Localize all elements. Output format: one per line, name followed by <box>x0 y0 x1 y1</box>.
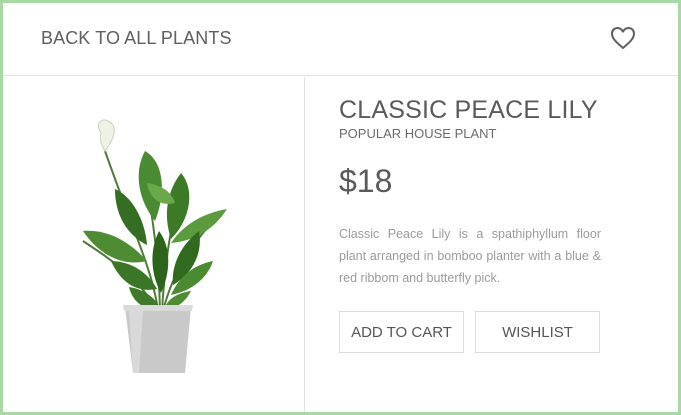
add-to-cart-button[interactable]: ADD TO CART <box>339 311 464 353</box>
product-description: Classic Peace Lily is a spathiphyllum fl… <box>339 227 601 285</box>
product-category: POPULAR HOUSE PLANT <box>339 126 497 141</box>
product-image-pane <box>3 77 305 412</box>
product-header: BACK TO ALL PLANTS <box>3 3 678 76</box>
plant-photo <box>82 119 227 373</box>
product-card: BACK TO ALL PLANTS CLASSIC PEACE LILY PO… <box>0 0 681 415</box>
back-to-all-plants-link[interactable]: BACK TO ALL PLANTS <box>41 28 232 49</box>
wishlist-button[interactable]: WISHLIST <box>475 311 600 353</box>
heart-icon[interactable] <box>610 26 636 50</box>
product-price: $18 <box>339 163 393 199</box>
product-title: CLASSIC PEACE LILY <box>339 96 598 124</box>
